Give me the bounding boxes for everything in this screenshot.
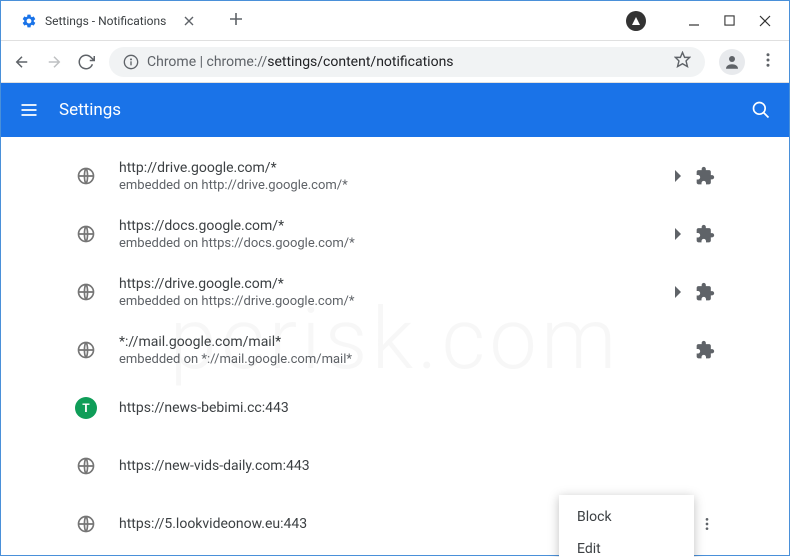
window-controls (626, 11, 789, 31)
site-row[interactable]: http://drive.google.com/* embedded on htt… (55, 147, 735, 205)
site-text: https://drive.google.com/* embedded on ht… (119, 276, 663, 309)
address-bar[interactable]: Chrome | chrome://settings/content/notif… (109, 47, 705, 77)
site-embedded-label: embedded on http://drive.google.com/* (119, 178, 663, 193)
globe-icon (75, 455, 97, 477)
chrome-menu-button[interactable] (759, 51, 777, 73)
site-info-icon[interactable] (123, 54, 139, 70)
site-url: https://news-bebimi.cc:443 (119, 400, 715, 416)
site-url: *://mail.google.com/mail* (119, 334, 683, 350)
site-text: https://docs.google.com/* embedded on htt… (119, 218, 663, 251)
minimize-button[interactable] (688, 15, 700, 27)
more-actions-button[interactable] (699, 516, 715, 532)
site-embedded-label: embedded on https://docs.google.com/* (119, 236, 663, 251)
site-row[interactable]: *://mail.google.com/mail* embedded on *:/… (55, 321, 735, 379)
gear-icon (21, 13, 37, 29)
close-icon[interactable] (181, 13, 197, 29)
site-row[interactable]: Thttps://news-bebimi.cc:443 (55, 379, 735, 437)
bookmark-star-icon[interactable] (674, 51, 691, 72)
context-menu-item-edit[interactable]: Edit (559, 533, 694, 557)
globe-icon (75, 281, 97, 303)
site-text: *://mail.google.com/mail* embedded on *:/… (119, 334, 683, 367)
site-row[interactable]: https://new-vids-daily.com:443 (55, 437, 735, 495)
profile-avatar[interactable] (719, 49, 745, 75)
site-embedded-label: embedded on https://drive.google.com/* (119, 294, 663, 309)
context-menu: BlockEditRemove (559, 495, 694, 557)
globe-icon (75, 513, 97, 535)
close-window-button[interactable] (759, 15, 771, 27)
page-title: Settings (59, 100, 121, 120)
globe-icon (75, 165, 97, 187)
extension-icon[interactable] (695, 340, 715, 360)
site-embedded-label: embedded on *://mail.google.com/mail* (119, 352, 683, 367)
site-text: https://new-vids-daily.com:443 (119, 458, 715, 474)
notification-site-list: http://drive.google.com/* embedded on htt… (55, 137, 735, 557)
site-url: https://docs.google.com/* (119, 218, 663, 234)
chevron-right-icon[interactable] (675, 228, 683, 240)
maximize-button[interactable] (724, 15, 735, 26)
forward-button[interactable] (45, 53, 63, 71)
globe-icon (75, 339, 97, 361)
context-menu-item-block[interactable]: Block (559, 501, 694, 533)
incognito-icon (626, 11, 646, 31)
reload-button[interactable] (77, 53, 95, 71)
globe-icon (75, 223, 97, 245)
extension-icon[interactable] (695, 224, 715, 244)
browser-toolbar: Chrome | chrome://settings/content/notif… (1, 41, 789, 83)
hamburger-menu-button[interactable] (19, 100, 39, 120)
extension-icon[interactable] (695, 166, 715, 186)
browser-tab[interactable]: Settings - Notifications (9, 3, 209, 39)
site-row[interactable]: https://drive.google.com/* embedded on ht… (55, 263, 735, 321)
extension-icon[interactable] (695, 282, 715, 302)
site-row[interactable]: https://docs.google.com/* embedded on htt… (55, 205, 735, 263)
search-button[interactable] (751, 100, 771, 120)
site-url: https://new-vids-daily.com:443 (119, 458, 715, 474)
site-badge-icon: T (75, 397, 97, 419)
chevron-right-icon[interactable] (675, 170, 683, 182)
tab-title: Settings - Notifications (45, 14, 181, 28)
new-tab-button[interactable] (229, 11, 243, 30)
back-button[interactable] (13, 53, 31, 71)
address-text: Chrome | chrome://settings/content/notif… (147, 54, 454, 70)
chevron-right-icon[interactable] (675, 286, 683, 298)
titlebar: Settings - Notifications (1, 1, 789, 41)
site-url: https://drive.google.com/* (119, 276, 663, 292)
site-text: http://drive.google.com/* embedded on htt… (119, 160, 663, 193)
settings-content: pcrisk.com http://drive.google.com/*embe… (1, 137, 789, 557)
settings-header: Settings (1, 83, 789, 137)
site-text: https://news-bebimi.cc:443 (119, 400, 715, 416)
site-url: http://drive.google.com/* (119, 160, 663, 176)
